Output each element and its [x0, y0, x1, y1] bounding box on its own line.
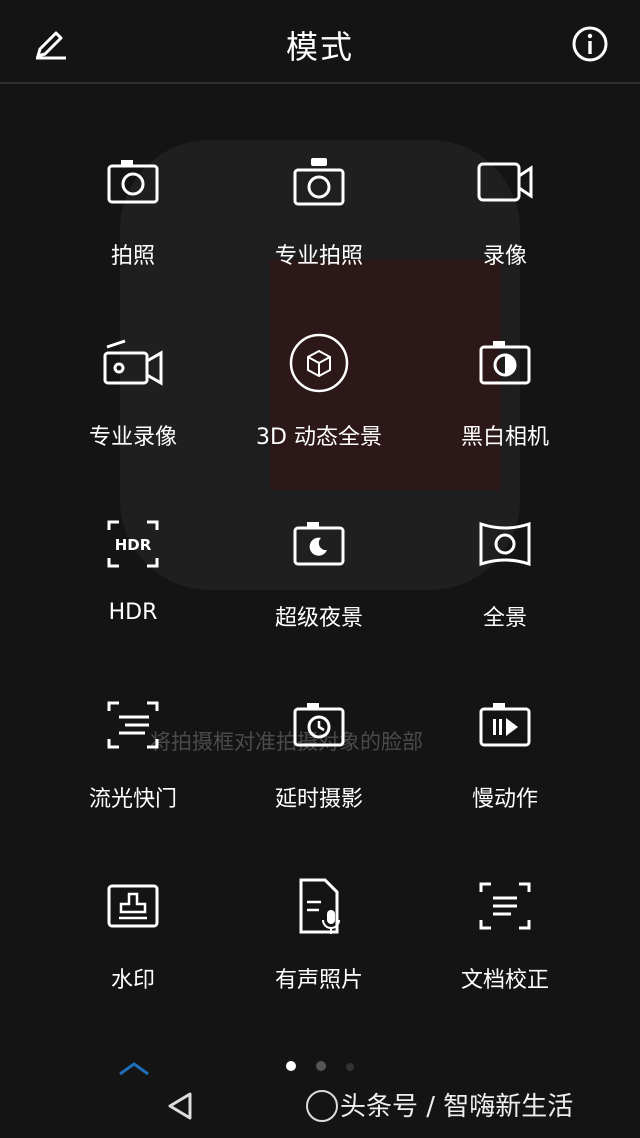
page-dot[interactable]: [346, 1063, 354, 1071]
mode-label: 专业拍照: [274, 244, 363, 269]
mode-label: 水印: [110, 968, 155, 993]
header: 模式: [0, 0, 640, 84]
mode-photo[interactable]: 拍照: [40, 150, 226, 310]
mode-watermark[interactable]: 水印: [40, 874, 226, 1034]
mode-document-correction[interactable]: 文档校正: [412, 874, 598, 1034]
mode-pro-video[interactable]: 专业录像: [40, 331, 226, 491]
mode-label: HDR: [108, 600, 158, 625]
video-icon: [473, 150, 537, 214]
mode-label: 录像: [482, 244, 527, 269]
info-button[interactable]: [570, 24, 610, 64]
mode-super-night[interactable]: 超级夜景: [226, 512, 412, 672]
mode-label: 文档校正: [460, 968, 549, 993]
panorama-icon: [473, 512, 537, 576]
watermark-icon: [101, 874, 165, 938]
light-painting-icon: [101, 693, 165, 757]
monochrome-icon: [473, 331, 537, 395]
pro-video-icon: [101, 331, 165, 395]
mode-audio-photo[interactable]: 有声照片: [226, 874, 412, 1034]
page-dot[interactable]: [316, 1061, 326, 1071]
watermark-text: 头条号 / 智嗨新生活: [340, 1092, 574, 1122]
mode-label: 有声照片: [274, 968, 363, 993]
time-lapse-icon: [287, 693, 351, 757]
mode-slow-motion[interactable]: 慢动作: [412, 693, 598, 853]
home-icon[interactable]: [306, 1090, 338, 1122]
info-icon: [572, 26, 608, 62]
mode-grid: 拍照 专业拍照 录像 专业录像 3D 动态全景 黑白相机 HDR HDR 超级夜…: [40, 150, 600, 1055]
mode-hdr[interactable]: HDR HDR: [40, 512, 226, 672]
page-dot-active[interactable]: [286, 1061, 296, 1071]
audio-photo-icon: [287, 874, 351, 938]
mode-light-painting[interactable]: 流光快门: [40, 693, 226, 853]
mode-label: 3D 动态全景: [256, 425, 382, 450]
mode-time-lapse[interactable]: 延时摄影: [226, 693, 412, 853]
mode-label: 延时摄影: [274, 787, 363, 812]
mode-3d-panorama[interactable]: 3D 动态全景: [226, 331, 412, 491]
mode-monochrome[interactable]: 黑白相机: [412, 331, 598, 491]
mode-panorama[interactable]: 全景: [412, 512, 598, 672]
pro-camera-icon: [287, 150, 351, 214]
system-nav-bar: 头条号 / 智嗨新生活: [0, 1078, 640, 1138]
page-indicator: [0, 1056, 640, 1075]
slow-motion-icon: [473, 693, 537, 757]
night-mode-icon: [287, 512, 351, 576]
mode-label: 慢动作: [471, 787, 538, 812]
page-title: 模式: [285, 28, 354, 66]
mode-label: 超级夜景: [274, 606, 363, 631]
back-icon[interactable]: [160, 1086, 200, 1126]
mode-label: 专业录像: [88, 425, 177, 450]
mode-pro-photo[interactable]: 专业拍照: [226, 150, 412, 310]
mode-label: 全景: [482, 606, 527, 631]
mode-label: 黑白相机: [460, 425, 549, 450]
mode-video[interactable]: 录像: [412, 150, 598, 310]
hdr-icon: HDR: [101, 512, 165, 576]
camera-icon: [101, 150, 165, 214]
document-correction-icon: [473, 874, 537, 938]
3d-panorama-icon: [287, 331, 351, 395]
svg-text:HDR: HDR: [115, 536, 152, 554]
mode-label: 流光快门: [88, 787, 177, 812]
mode-label: 拍照: [110, 244, 155, 269]
